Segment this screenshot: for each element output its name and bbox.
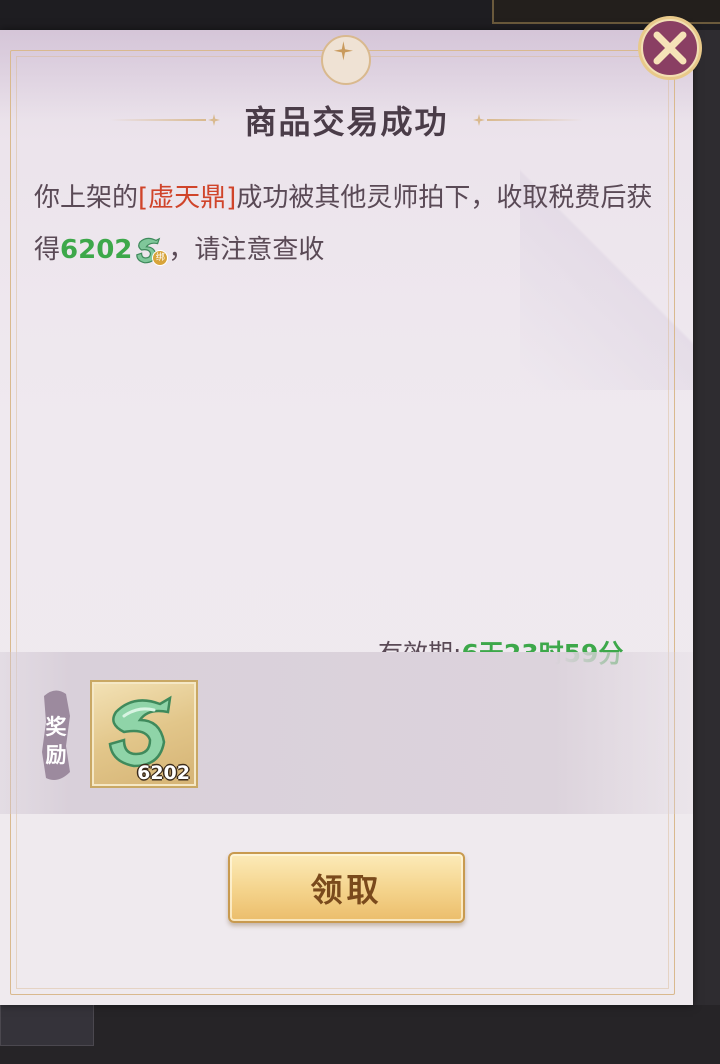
reward-tag-label: 奖励: [45, 715, 67, 767]
jade-currency-icon: 绑: [132, 232, 169, 266]
earned-amount: 6202: [60, 235, 133, 265]
claim-button[interactable]: 领取: [228, 852, 465, 923]
sparkle-icon: [472, 114, 485, 126]
background-bottom-bar: [0, 1005, 720, 1064]
reward-item-slot[interactable]: 6202: [90, 680, 198, 788]
sparkle-icon: [208, 114, 221, 126]
title-row: 商品交易成功: [0, 92, 693, 148]
title-ornament-right: [472, 114, 583, 126]
title-ornament-left: [110, 114, 221, 126]
reward-item-quantity: 6202: [137, 762, 190, 784]
bound-badge: 绑: [152, 250, 169, 266]
crescent-crest-icon: [321, 35, 371, 85]
message-prefix: 你上架的: [34, 183, 139, 213]
trade-message: 你上架的[虚天鼎]成功被其他灵师拍下，收取税费后获得6202 绑，请注意查收: [34, 172, 654, 276]
background-right-edge: [693, 30, 720, 1005]
dialog-title: 商品交易成功: [244, 103, 449, 141]
close-icon[interactable]: [635, 13, 705, 83]
item-name: [虚天鼎]: [138, 183, 237, 213]
message-suffix: ，请注意查收: [168, 235, 325, 265]
background-bottom-tab: [0, 1004, 94, 1046]
